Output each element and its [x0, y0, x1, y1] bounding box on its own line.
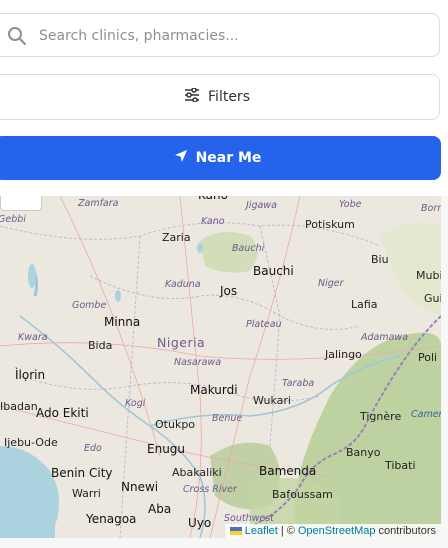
place-label: Ado Ekiti [36, 406, 89, 420]
place-label: Kaduna [165, 279, 201, 290]
osm-link[interactable]: OpenStreetMap [298, 525, 376, 537]
location-arrow-icon [174, 149, 188, 167]
place-label: Adamawa [361, 332, 409, 343]
place-label: Jos [220, 284, 238, 298]
place-label: Bamenda [259, 464, 317, 478]
place-label: Abakaliki [172, 466, 222, 479]
attribution-suffix: contributors [378, 525, 436, 537]
place-label: Ìlọrin [15, 368, 46, 382]
place-label: Gombe [72, 300, 107, 311]
place-label: Lafia [351, 298, 378, 311]
place-label: Banyo [346, 446, 381, 459]
near-me-button[interactable]: Near Me [0, 136, 441, 180]
place-label: Gebbi [0, 214, 26, 225]
place-label: Minna [104, 315, 141, 329]
place-label: Uyo [188, 516, 212, 530]
place-label: Cross River [183, 484, 237, 495]
place-label: Zamfara [78, 198, 119, 209]
place-label: Kano [201, 216, 225, 227]
filters-button[interactable]: Filters [0, 74, 440, 120]
place-label: Southwest [224, 513, 274, 524]
country-label: Nigeria [157, 335, 206, 350]
search-icon [7, 26, 27, 46]
sliders-icon [184, 87, 200, 106]
place-label: Kogi [125, 398, 146, 409]
place-label: Biu [371, 253, 389, 266]
place-label: Jigawa [246, 200, 277, 211]
place-label: Ibadan [0, 400, 38, 413]
place-label: Borno [421, 203, 441, 214]
near-me-label: Near Me [195, 150, 262, 166]
place-label: Enugu [147, 442, 186, 456]
place-label: Yenagoa [86, 512, 137, 526]
place-label: Jalingo [325, 348, 362, 361]
place-label: Cameroun [411, 409, 441, 420]
place-label: Benin City [51, 466, 113, 480]
place-label: Ijebu-Ode [4, 436, 58, 449]
attribution-separator: | © [280, 525, 295, 537]
search-input[interactable] [37, 14, 431, 58]
place-label: Zaria [162, 231, 191, 244]
place-label: Mubi [416, 269, 441, 282]
place-label: Edo [84, 443, 102, 454]
place-label: Tibati [385, 459, 416, 472]
ukraine-flag-icon [229, 527, 242, 535]
place-label: Otukpo [155, 418, 196, 431]
place-label: Makurdi [190, 383, 238, 397]
place-label: Bauchi [253, 264, 294, 278]
place-label: Potiskum [305, 218, 355, 231]
place-label: Aba [148, 502, 172, 516]
place-label: Guider [424, 292, 441, 305]
zoom-control[interactable] [0, 196, 42, 211]
place-label: Kano [198, 196, 228, 202]
place-label: Bida [88, 339, 113, 352]
place-label: Bafoussam [272, 488, 333, 501]
place-label: Warri [72, 487, 101, 500]
place-label: Nasarawa [174, 357, 222, 368]
map-view[interactable]: Gebbi Zamfara Kano Kano Jigawa Yobe Born… [0, 196, 441, 538]
place-label: Bauchi [232, 243, 265, 254]
place-label: Niger [318, 278, 344, 289]
leaflet-link[interactable]: Leaflet [245, 525, 278, 537]
place-label: Yobe [339, 199, 362, 210]
map-attribution: Leaflet | © OpenStreetMap contributors [224, 524, 441, 538]
search-box[interactable] [0, 13, 440, 58]
place-label: Tignère [360, 410, 402, 423]
place-label: Poli [418, 351, 438, 364]
place-label: Nnewi [121, 480, 159, 494]
place-label: Wukari [253, 394, 291, 407]
place-label: Plateau [246, 319, 282, 330]
filters-label: Filters [208, 89, 250, 105]
place-label: Taraba [282, 378, 315, 389]
place-label: Kwara [18, 332, 48, 343]
controls-panel: Filters Near Me [0, 0, 448, 196]
place-label: Benue [212, 413, 243, 424]
